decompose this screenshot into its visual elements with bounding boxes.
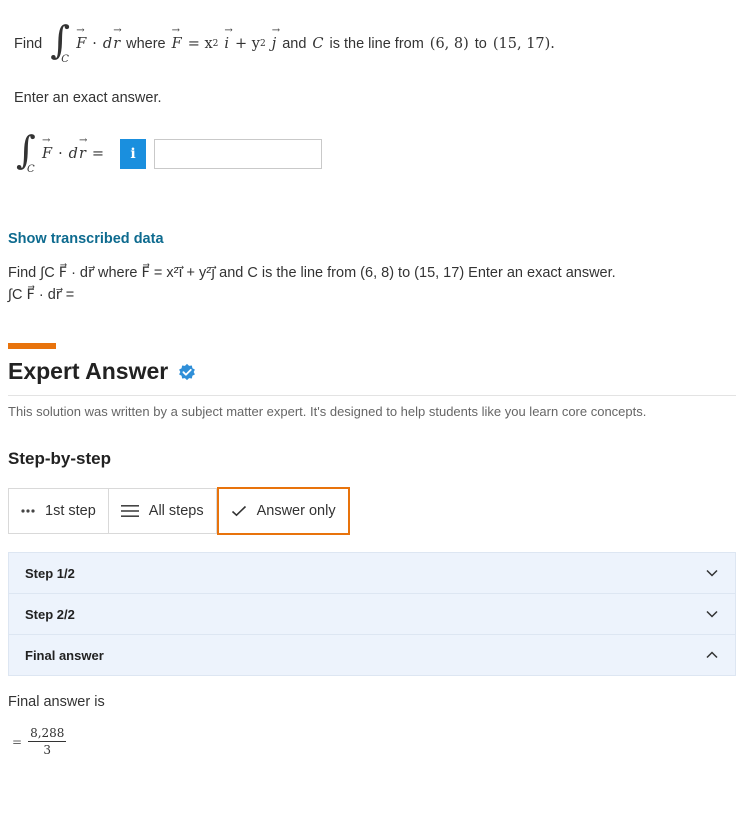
dots-icon (21, 509, 35, 513)
answer-integral-symbol: ∫ C (16, 128, 36, 175)
chevron-down-icon (706, 610, 718, 618)
list-icon (120, 505, 139, 517)
and-label: and (282, 36, 307, 52)
answer-equals: = (91, 146, 105, 162)
vector-r: r (113, 25, 121, 52)
transcribed-text: Find ∫C F⃗ · dr⃗ where F⃗ = x²i⃗ + y²j⃗ … (8, 262, 728, 306)
step-row-1-label: Step 1/2 (25, 565, 75, 581)
final-answer-value: = 8,288 3 (12, 725, 67, 758)
expert-note: This solution was written by a subject m… (8, 404, 647, 419)
tab-1st-step-label: 1st step (45, 503, 96, 519)
final-numerator: 8,288 (28, 726, 67, 742)
point-b: (15, 17). (492, 36, 555, 52)
expert-answer-title: Expert Answer (8, 358, 169, 384)
field-equals-x: = x (187, 36, 213, 52)
exponent-2a: 2 (212, 39, 219, 49)
final-fraction: 8,288 3 (28, 725, 67, 758)
dot-operator: · (92, 36, 97, 52)
answer-vector-f: F (42, 135, 52, 162)
where-label: where (126, 36, 166, 52)
vector-f: F (76, 25, 86, 52)
answer-d: d (68, 146, 78, 162)
vector-j: j (272, 25, 280, 52)
vector-i: i (224, 25, 232, 52)
tab-answer-only[interactable]: Answer only (216, 487, 350, 535)
answer-vector-r: r (79, 135, 87, 162)
exponent-2b: 2 (259, 39, 266, 49)
d-symbol: d (102, 36, 113, 52)
step-by-step-title: Step-by-step (8, 449, 111, 468)
expert-answer-heading: Expert Answer (8, 358, 196, 385)
transcribed-line-2: ∫C F⃗ · dr⃗ = (8, 287, 75, 303)
chevron-up-icon (706, 651, 718, 659)
answer-input[interactable] (154, 139, 323, 169)
final-answer-label: Final answer is (8, 694, 105, 710)
accent-bar (8, 343, 56, 349)
step-row-2[interactable]: Step 2/2 (8, 593, 736, 635)
step-row-2-label: Step 2/2 (25, 606, 75, 622)
answer-dot: · (58, 146, 63, 162)
question-statement: Find ∫ C F · d r where F = x 2 i + y 2 j… (14, 18, 555, 66)
step-list: Step 1/2 Step 2/2 Final answer (8, 552, 736, 676)
vector-f-def: F (172, 25, 182, 52)
tab-all-steps-label: All steps (148, 503, 204, 519)
plus-y: + y (235, 36, 260, 52)
check-icon (231, 505, 246, 517)
step-row-1[interactable]: Step 1/2 (8, 552, 736, 594)
final-equals: = (12, 734, 23, 749)
to-label: to (474, 36, 487, 52)
info-button[interactable]: i (120, 139, 147, 169)
integral-symbol: ∫ C (50, 18, 71, 65)
find-label: Find (14, 36, 43, 52)
step-row-final-label: Final answer (25, 647, 104, 663)
answer-row: ∫ C F · d r = i (14, 128, 323, 176)
tab-answer-only-label: Answer only (256, 503, 336, 519)
tab-all-steps[interactable]: All steps (108, 488, 217, 534)
curve-text: is the line from (329, 36, 424, 52)
enter-exact-answer: Enter an exact answer. (14, 90, 162, 106)
step-row-final[interactable]: Final answer (8, 634, 736, 676)
tab-1st-step[interactable]: 1st step (8, 488, 109, 534)
step-view-tabs: 1st step All steps Answer only (8, 487, 350, 536)
final-denominator: 3 (43, 743, 52, 757)
verified-badge-icon (179, 363, 196, 380)
show-transcribed-link[interactable]: Show transcribed data (8, 231, 164, 247)
point-a: (6, 8) (429, 36, 469, 52)
transcribed-line-1: Find ∫C F⃗ · dr⃗ where F⃗ = x²i⃗ + y²j⃗ … (8, 265, 616, 281)
chevron-down-icon (706, 569, 718, 577)
section-divider (8, 395, 736, 396)
curve-name: C (312, 36, 324, 52)
